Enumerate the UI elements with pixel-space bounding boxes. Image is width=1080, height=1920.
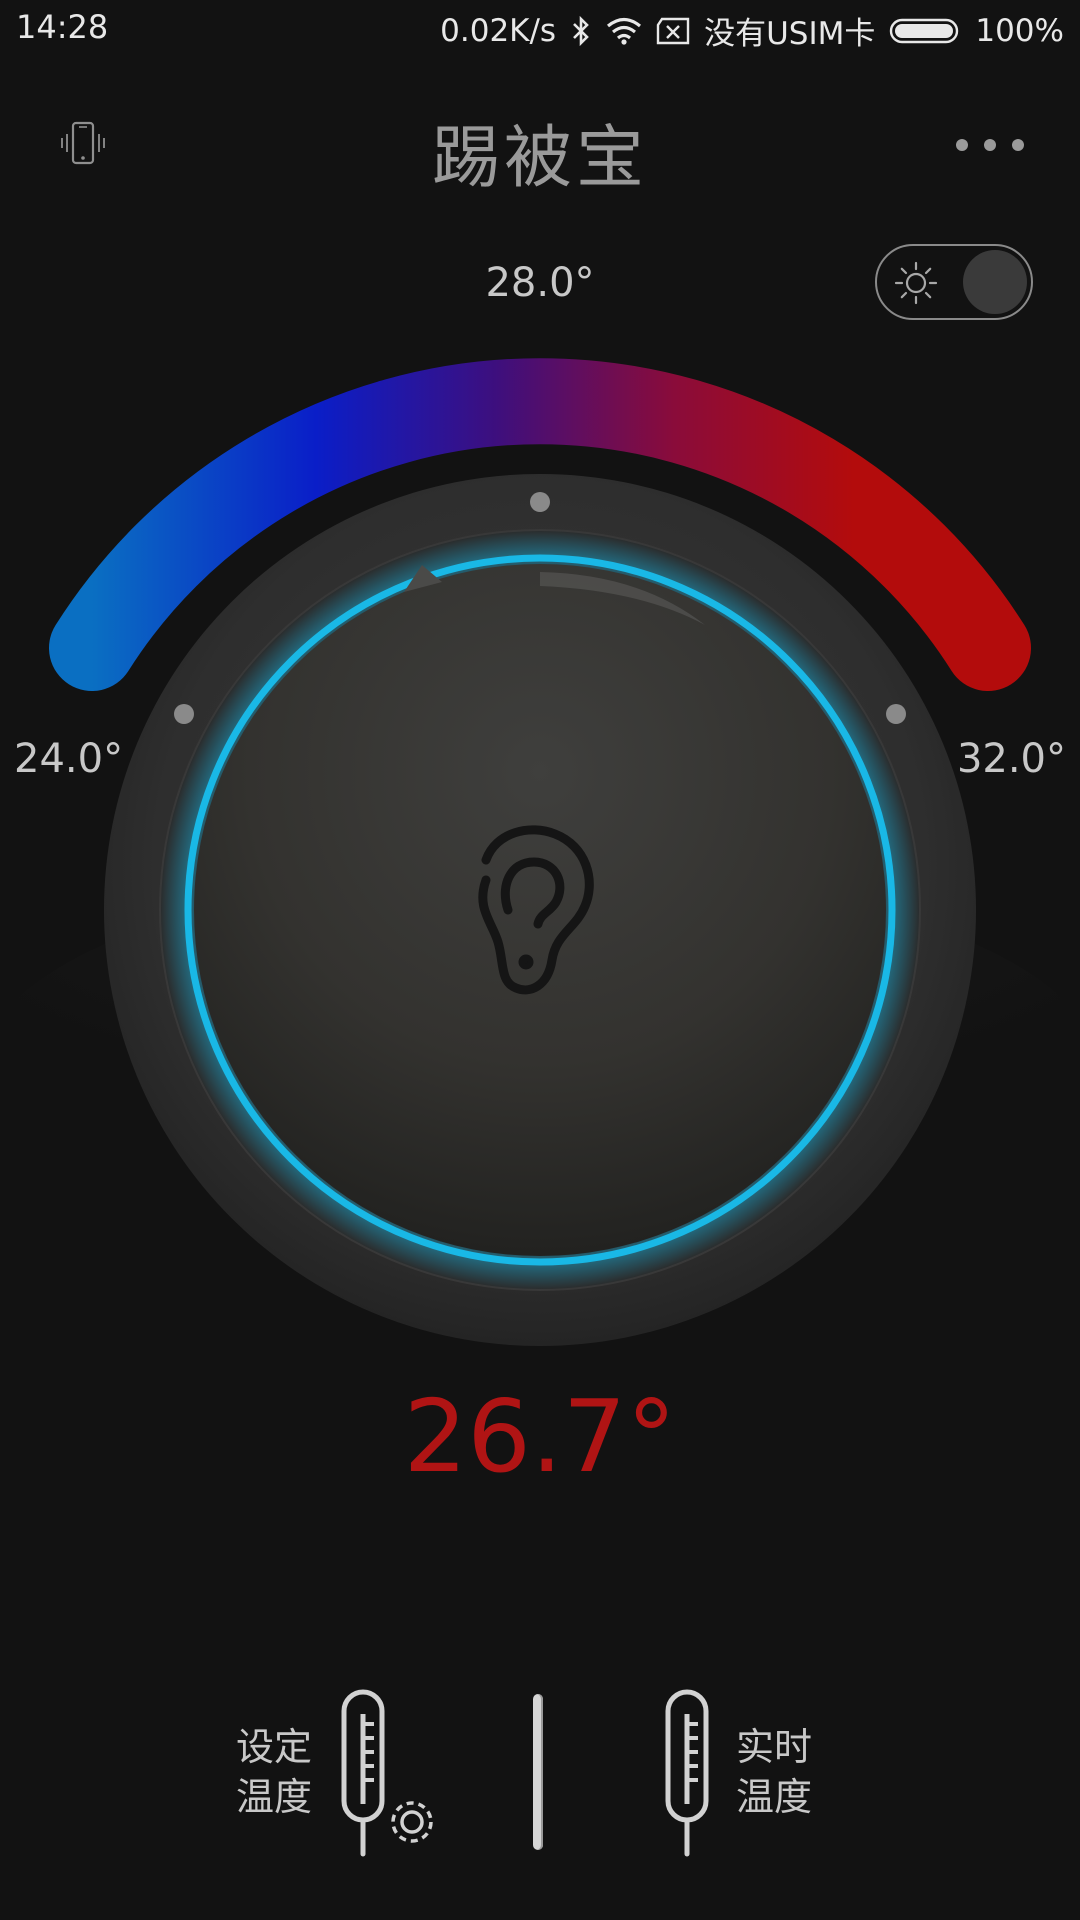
status-icons: 0.02K/s 没有USIM卡 100% [440, 8, 1064, 53]
set-temp-label-line2: 温度 [236, 1775, 313, 1819]
status-bar: 14:28 0.02K/s 没有USIM卡 100% [0, 0, 1080, 62]
thermometer-icon[interactable] [660, 1688, 720, 1858]
more-dot-icon [1012, 139, 1024, 151]
net-speed: 0.02K/s [440, 12, 557, 49]
temperature-dial[interactable] [0, 220, 1080, 1420]
real-temp-button[interactable]: 实时 温度 [736, 1722, 826, 1822]
sim-status: 没有USIM卡 [704, 16, 876, 52]
thermometer-settings-icon[interactable] [336, 1688, 446, 1858]
set-temp-label-line1: 设定 [236, 1725, 313, 1769]
real-temp-label-line1: 实时 [736, 1725, 813, 1769]
no-sim-icon [656, 17, 690, 44]
set-temp-button[interactable]: 设定 温度 [236, 1722, 326, 1822]
dial-knob[interactable] [194, 564, 886, 1256]
bluetooth-icon [573, 15, 589, 46]
more-dot-icon [956, 139, 968, 151]
status-time: 14:28 [16, 8, 109, 46]
bottom-bar: 设定 温度 实时 温度 [0, 1680, 1080, 1860]
real-temp-label-line2: 温度 [736, 1775, 813, 1819]
dial-mid-label: 28.0° [485, 260, 595, 306]
more-menu-button[interactable] [914, 130, 1024, 160]
bezel-dot-top [530, 492, 550, 512]
more-dot-icon [984, 139, 996, 151]
bottom-divider [533, 1694, 543, 1850]
battery-icon [890, 18, 959, 43]
current-temperature: 26.7° [403, 1378, 677, 1495]
battery-percent: 100% [975, 12, 1064, 49]
bezel-dot-right [886, 704, 906, 724]
bezel-dot-left [174, 704, 194, 724]
dial-min-label: 24.0° [14, 736, 124, 782]
dial-max-label: 32.0° [956, 736, 1066, 782]
wifi-icon [607, 17, 642, 45]
